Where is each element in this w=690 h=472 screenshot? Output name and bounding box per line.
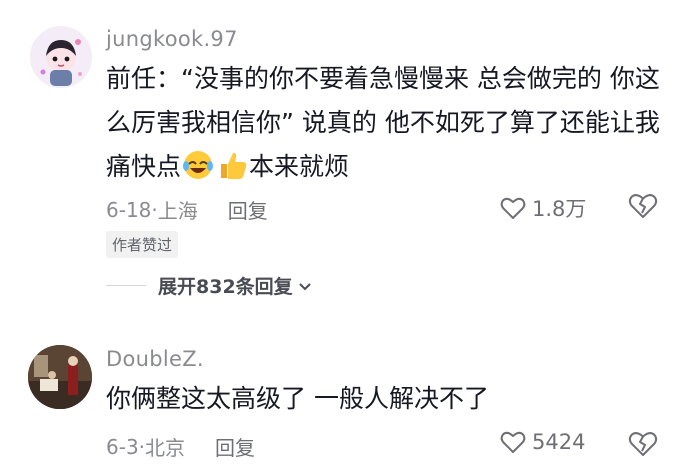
- divider: [106, 285, 146, 286]
- comment-date: 6-3: [106, 434, 139, 459]
- broken-heart-icon: [628, 194, 658, 218]
- reply-button[interactable]: 回复: [215, 432, 255, 461]
- comment-location: 北京: [145, 436, 186, 460]
- comment-date: 6-18: [106, 197, 152, 222]
- expand-replies-label: 展开832条回复: [158, 276, 293, 298]
- comment-text: 你俩整这太高级了 一般人解决不了: [106, 384, 489, 413]
- avatar[interactable]: [30, 26, 92, 88]
- comment-text: 前任：“没事的你不要着急慢慢来 总会做完的 你这么厉害我相信你” 说真的 他不如…: [106, 57, 681, 189]
- username[interactable]: DoubleZ.: [106, 347, 204, 371]
- username[interactable]: jungkook.97: [106, 27, 238, 51]
- like-button[interactable]: 5424: [500, 430, 585, 454]
- heart-outline-icon: [500, 431, 526, 453]
- like-button[interactable]: 1.8万: [500, 193, 586, 223]
- chevron-down-icon: [298, 282, 311, 290]
- comment-location: 上海: [157, 199, 198, 223]
- author-liked-badge: 作者赞过: [106, 231, 179, 258]
- broken-heart-icon: [628, 432, 658, 456]
- comment-text-tail: 本来就烦: [249, 152, 350, 181]
- avatar[interactable]: [28, 345, 92, 409]
- dislike-button[interactable]: [628, 430, 658, 462]
- comment-meta: 6-3 · 北京 回复: [106, 432, 255, 461]
- laughing-tears-emoji-icon: [181, 148, 215, 182]
- comment-meta: 6-18 · 上海 回复: [106, 195, 268, 224]
- like-count: 1.8万: [532, 197, 587, 221]
- expand-replies-button[interactable]: 展开832条回复: [106, 272, 313, 299]
- heart-outline-icon: [500, 197, 526, 219]
- like-count: 5424: [532, 430, 586, 454]
- thumbs-up-emoji-icon: [215, 148, 249, 182]
- reply-button[interactable]: 回复: [228, 195, 268, 224]
- dislike-button[interactable]: [628, 192, 658, 224]
